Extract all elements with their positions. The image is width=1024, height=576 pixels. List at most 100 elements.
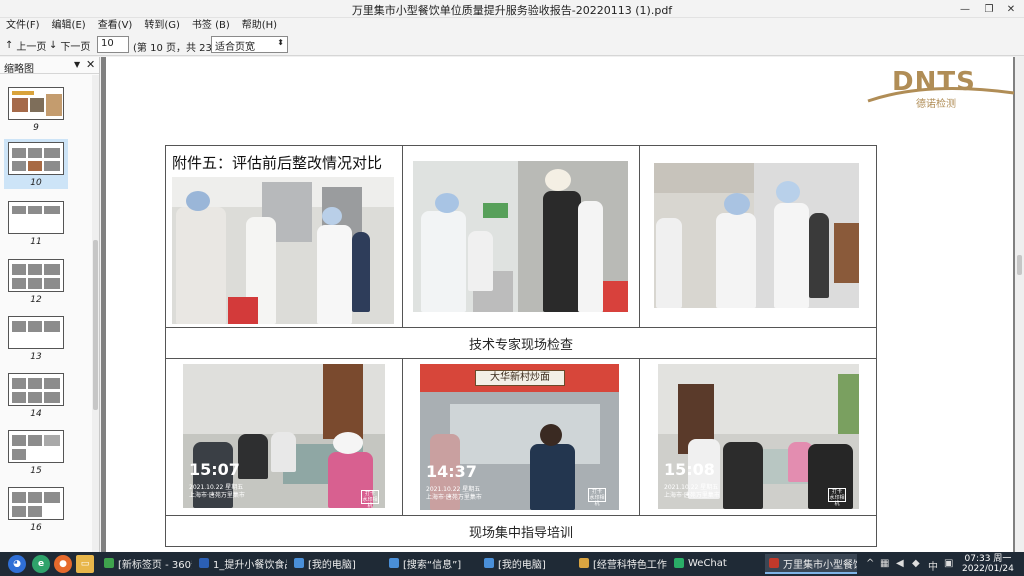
close-icon[interactable]: ✕	[86, 58, 95, 71]
menu-goto[interactable]: 转到(G)	[144, 18, 180, 34]
logo-wordmark: DNTS	[892, 67, 976, 97]
thumbnail-page-13[interactable]: 13	[8, 316, 64, 362]
folder-icon[interactable]: ▭	[76, 555, 94, 573]
thumbnail-page-14[interactable]: 14	[8, 373, 64, 419]
prev-page-button[interactable]: ↑ 上一页	[5, 38, 46, 53]
photo-location: 上海市·唐苑万里集市	[189, 492, 245, 499]
next-page-button[interactable]: ↓ 下一页	[49, 38, 90, 53]
folder-icon	[579, 558, 589, 568]
menu-bookmarks[interactable]: 书签 (B)	[192, 18, 230, 34]
scrollbar-thumb[interactable]	[93, 240, 98, 410]
close-button[interactable]: ✕	[998, 0, 1024, 18]
task-label: [我的电脑]	[498, 559, 546, 571]
menu-help[interactable]: 帮助(H)	[242, 18, 277, 34]
task-item[interactable]: 1_提升小餐饮食品...	[195, 554, 287, 574]
thumbnail-label: 14	[30, 409, 42, 419]
computer-icon	[484, 558, 494, 568]
thumbnail-sidebar: 缩略图 ▼ ✕ 9 10 11 12 13 14 15 16	[0, 57, 100, 552]
inspection-photo-3	[654, 163, 859, 308]
menu-bar: 文件(F) 编辑(E) 查看(V) 转到(G) 书签 (B) 帮助(H)	[0, 18, 1024, 34]
thumbnail-image	[8, 259, 64, 292]
document-scrollbar[interactable]	[1015, 57, 1024, 552]
training-photo-3: 15:08 2021.10.22 星期五 上海市·唐苑万里集市 打卡 水印相机	[658, 364, 859, 509]
notification-icon[interactable]: ▣	[944, 558, 953, 569]
thumbnail-page-9[interactable]: 9	[8, 87, 64, 133]
thumbnail-page-16[interactable]: 16	[8, 487, 64, 533]
next-page-label: 下一页	[60, 42, 91, 53]
page-number-input[interactable]: 10	[97, 36, 129, 53]
table-divider	[402, 146, 403, 327]
minimize-button[interactable]: —	[952, 0, 978, 18]
caption-inspection: 技术专家现场检查	[468, 338, 573, 353]
task-item-active[interactable]: 万里集市小型餐饮...	[765, 554, 857, 574]
thumbnail-label: 15	[30, 466, 42, 476]
word-icon	[199, 558, 209, 568]
photo-location: 上海市·唐苑万里集市	[426, 494, 482, 501]
title-bar: 万里集市小型餐饮单位质量提升服务验收报告-20220113 (1).pdf — …	[0, 0, 1024, 18]
task-item[interactable]: WeChat	[670, 554, 762, 574]
pdf-icon	[769, 558, 779, 568]
thumbnail-image	[8, 487, 64, 520]
photo-location: 上海市·唐苑万里集市	[664, 492, 720, 499]
system-clock[interactable]: 07:33 周一 2022/01/24	[962, 554, 1014, 574]
prev-page-label: 上一页	[16, 42, 47, 53]
sidebar-scrollbar[interactable]	[92, 75, 99, 552]
comparison-table: 附件五：评估前后整改情况对比 技术专家现场检查 15:07 2021.10.22…	[165, 145, 877, 547]
dropdown-icon[interactable]: ▼	[74, 60, 80, 69]
training-photo-1: 15:07 2021.10.22 星期五 上海市·唐苑万里集市 打卡 水印相机	[183, 364, 385, 508]
start-button-icon[interactable]: ◕	[8, 555, 26, 573]
task-label: WeChat	[688, 557, 727, 569]
dnts-logo: DNTS 德诺检测	[866, 67, 1016, 110]
task-label: [经营科特色工作]	[593, 559, 667, 571]
document-viewport[interactable]: DNTS 德诺检测 附件五：评估前后整改情况对比 技术专家现场检查 15:07 …	[101, 57, 1024, 552]
photo-timestamp: 15:08	[664, 460, 715, 479]
sidebar-title: 缩略图	[4, 64, 34, 75]
task-item[interactable]: [新标签页 - 360安...	[100, 554, 192, 574]
menu-view[interactable]: 查看(V)	[98, 18, 133, 34]
table-divider	[402, 358, 403, 515]
thumbnail-page-11[interactable]: 11	[8, 201, 64, 247]
menu-edit[interactable]: 编辑(E)	[52, 18, 86, 34]
task-item[interactable]: [搜索“信息”]	[385, 554, 477, 574]
watermark-stamp: 打卡 水印相机	[828, 488, 846, 507]
firefox-icon[interactable]: ●	[54, 555, 72, 573]
security-icon[interactable]: ◆	[912, 558, 920, 569]
scrollbar-thumb[interactable]	[1017, 255, 1022, 275]
clock-time: 07:33 周一	[964, 554, 1012, 564]
window-title: 万里集市小型餐饮单位质量提升服务验收报告-20220113 (1).pdf	[351, 4, 673, 17]
thumbnail-list[interactable]: 9 10 11 12 13 14 15 16	[0, 75, 92, 552]
wechat-icon	[674, 558, 684, 568]
inspection-photo-2	[413, 161, 628, 312]
network-icon[interactable]: ▦	[880, 558, 889, 569]
thumbnail-image	[8, 373, 64, 406]
thumbnail-page-15[interactable]: 15	[8, 430, 64, 476]
chevron-up-icon[interactable]: ^	[866, 558, 874, 569]
thumbnail-label: 16	[30, 523, 42, 533]
table-divider	[166, 358, 876, 359]
shop-sign: 大华新村炒面	[475, 370, 565, 386]
menu-file[interactable]: 文件(F)	[6, 18, 40, 34]
photo-timestamp: 15:07	[189, 460, 240, 479]
thumbnail-label: 11	[30, 237, 42, 247]
search-icon	[389, 558, 399, 568]
computer-icon	[294, 558, 304, 568]
task-label: 万里集市小型餐饮...	[783, 559, 857, 571]
browser-360-icon[interactable]: e	[32, 555, 50, 573]
thumbnail-image	[8, 201, 64, 234]
task-item[interactable]: [我的电脑]	[290, 554, 382, 574]
thumbnail-page-12[interactable]: 12	[8, 259, 64, 305]
input-method-icon[interactable]: 中	[928, 558, 938, 573]
inspection-photo-1	[172, 177, 394, 324]
thumbnail-label: 12	[30, 295, 42, 305]
task-item[interactable]: [我的电脑]	[480, 554, 572, 574]
page-heading: 附件五：评估前后整改情况对比	[172, 154, 383, 172]
thumbnail-image	[8, 430, 64, 463]
task-label: [我的电脑]	[308, 559, 356, 571]
zoom-select[interactable]: 适合页宽 ⬍	[211, 36, 288, 53]
thumbnail-page-10[interactable]: 10	[4, 139, 68, 189]
task-item[interactable]: [经营科特色工作]	[575, 554, 667, 574]
volume-icon[interactable]: ◀	[896, 558, 904, 569]
thumbnail-label: 9	[33, 123, 39, 133]
browser-icon	[104, 558, 114, 568]
caption-training: 现场集中指导培训	[468, 526, 573, 541]
